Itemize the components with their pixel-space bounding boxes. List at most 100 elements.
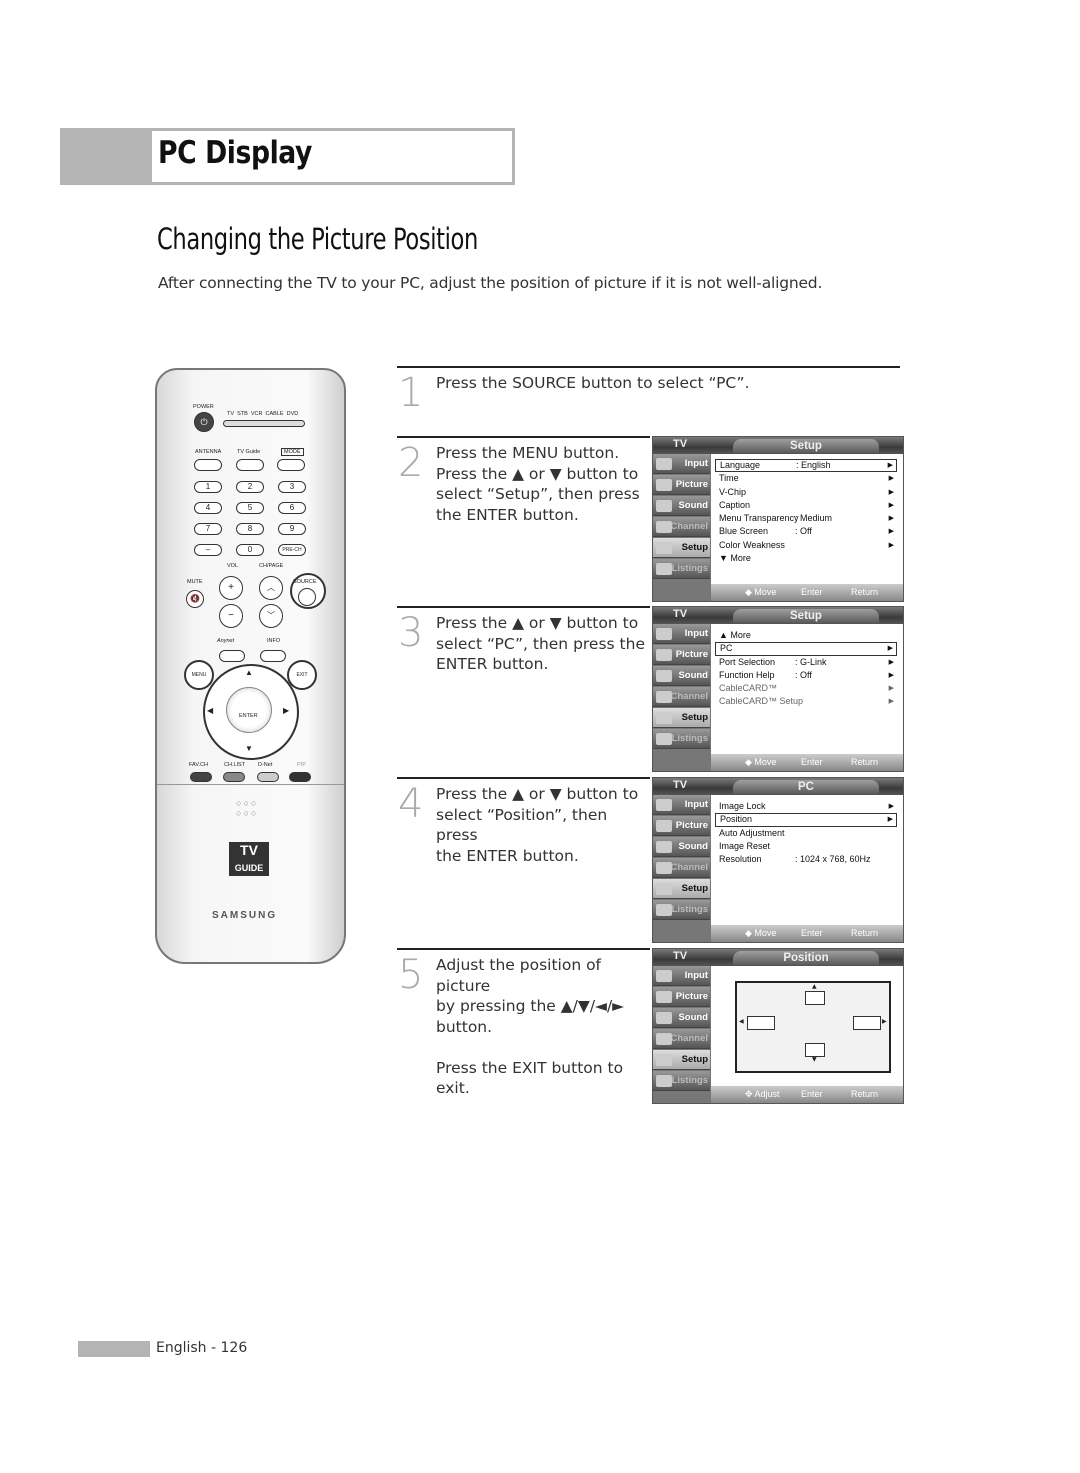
sidebar-item-label: Channel (670, 521, 708, 532)
sidebar-item-label: Input (684, 628, 708, 639)
step-number: 2 (398, 440, 424, 486)
screen-title-bar: TV Setup (653, 437, 903, 454)
screen-hint-bar: ◆ Move Enter Return (711, 754, 903, 771)
sidebar-item-label: Setup (681, 542, 708, 553)
sidebar-item-label: Setup (681, 883, 708, 894)
menu-row-label: Auto Adjustment (719, 827, 785, 838)
step-line: select “PC”, then press the (436, 634, 645, 653)
menu-row-value: : English (796, 460, 831, 470)
sensor-dots: ○○○ ○○○ (236, 798, 259, 818)
position-diagram: ▲ ▼ ◀ ▶ (735, 981, 891, 1073)
vol-label: VOL (227, 563, 239, 569)
hint-return: Return (851, 587, 879, 597)
sidebar-item-label: Listings (671, 1075, 708, 1086)
menu-row-label: ▼ More (719, 553, 751, 564)
hint-enter: Enter (801, 757, 823, 767)
hint-return: Return (851, 928, 879, 938)
listings-icon (656, 733, 672, 745)
menu-row: Image Reset (715, 840, 897, 853)
step-text: Press the ▲ or ▼ button to select “PC”, t… (436, 613, 651, 675)
key-6-button: 6 (278, 502, 306, 514)
hint-move: ◆ Move (745, 587, 777, 597)
mode-labels: TV STB VCR CABLE DVD (227, 411, 299, 417)
menu-row: Language: English ▶ (715, 459, 897, 473)
sidebar-item-label: Picture (675, 820, 708, 831)
listings-icon (656, 1075, 672, 1087)
step-line: the ENTER button. (436, 846, 579, 865)
setup-icon (656, 1054, 672, 1066)
menu-row: Function Help: Off ▶ (715, 669, 897, 682)
key-4-button: 4 (194, 502, 222, 514)
picture-icon (656, 820, 672, 832)
step-line: Press the ▲ or ▼ button to (436, 785, 639, 803)
arrow-right-icon: ▶ (888, 488, 894, 496)
screen-sidebar: Input Picture Sound Channel Setup Listings (653, 795, 711, 942)
sidebar-item-label: Picture (675, 649, 708, 660)
arrow-right-icon: ▶ (888, 515, 894, 523)
sidebar-item-sound: Sound (653, 837, 710, 857)
key-5-button: 5 (236, 502, 264, 514)
menu-row: ▲ More (715, 629, 897, 642)
sidebar-item-label: Listings (671, 733, 708, 744)
sidebar-item-picture: Picture (653, 645, 710, 665)
antenna-label: ANTENNA (195, 449, 222, 455)
sidebar-item-label: Sound (678, 841, 708, 852)
sidebar-item-picture: Picture (653, 475, 710, 495)
mode-led-bar (223, 420, 305, 427)
anynet-button (219, 650, 245, 662)
sidebar-item-input: Input (653, 966, 710, 986)
input-icon (656, 628, 672, 640)
step-line: by pressing the ▲/▼/◄/► (436, 997, 625, 1015)
favch-button (190, 772, 212, 782)
enter-label: ENTER (239, 713, 258, 719)
sidebar-item-sound: Sound (653, 666, 710, 686)
menu-row: V-Chip ▶ (715, 486, 897, 499)
screen-tv-label: TV (673, 779, 688, 791)
step-line: the ENTER button. (436, 505, 579, 524)
screen-sidebar: Input Picture Sound Channel Setup Listings (653, 454, 711, 601)
dpad-right-icon: ▶ (283, 706, 290, 715)
picture-icon (656, 649, 672, 661)
screen-menu-list: Language: English ▶ Time ▶ V-Chip ▶ Caption ▶ Me… (715, 459, 897, 565)
sidebar-item-listings: Listings (653, 729, 710, 749)
mode-label: MODE (281, 448, 304, 456)
screen-title-bar: TV PC (653, 778, 903, 795)
enter-button (226, 687, 272, 733)
screen-tv-label: TV (673, 438, 688, 450)
sound-icon (656, 670, 672, 682)
info-label: INFO (267, 638, 281, 644)
position-down-box: ▼ (805, 1043, 825, 1063)
menu-row: CableCARD™ ▶ (715, 682, 897, 695)
input-icon (656, 458, 672, 470)
menu-row-label: Image Reset (719, 840, 771, 851)
dpad-up-icon: ▲ (245, 668, 253, 677)
listings-icon (656, 563, 672, 575)
picture-icon (656, 479, 672, 491)
sidebar-item-label: Picture (675, 479, 708, 490)
menu-row-value: : G-Link (795, 656, 827, 667)
menu-row-label: Language (720, 460, 761, 470)
sidebar-item-listings: Listings (653, 900, 710, 920)
input-icon (656, 970, 672, 982)
tvguide-label: TV Guide (237, 449, 261, 455)
remote-control-illustration: POWER ⏻ TV STB VCR CABLE DVD ANTENNA TV … (155, 368, 346, 964)
ch-up-button: ︿ (259, 576, 283, 600)
sound-icon (656, 500, 672, 512)
key-7-button: 7 (194, 523, 222, 535)
source-label: SOURCE (293, 579, 317, 585)
chlist-button (223, 772, 245, 782)
sidebar-item-listings: Listings (653, 559, 710, 579)
menu-row-value: : Off (795, 526, 812, 537)
screen-hint-bar: ◆ Move Enter Return (711, 584, 903, 601)
sidebar-item-label: Listings (671, 563, 708, 574)
power-label: POWER (193, 404, 214, 410)
step-line (436, 1037, 651, 1058)
key-11-button: 0 (236, 544, 264, 556)
footer-bar (78, 1341, 150, 1357)
power-button: ⏻ (194, 412, 214, 432)
sidebar-item-listings: Listings (653, 1071, 710, 1091)
step-line: Press the MENU button. (436, 444, 620, 462)
samsung-logo: SAMSUNG (212, 910, 278, 921)
setup-icon (656, 883, 672, 895)
screen-sidebar: Input Picture Sound Channel Setup Listings (653, 624, 711, 771)
